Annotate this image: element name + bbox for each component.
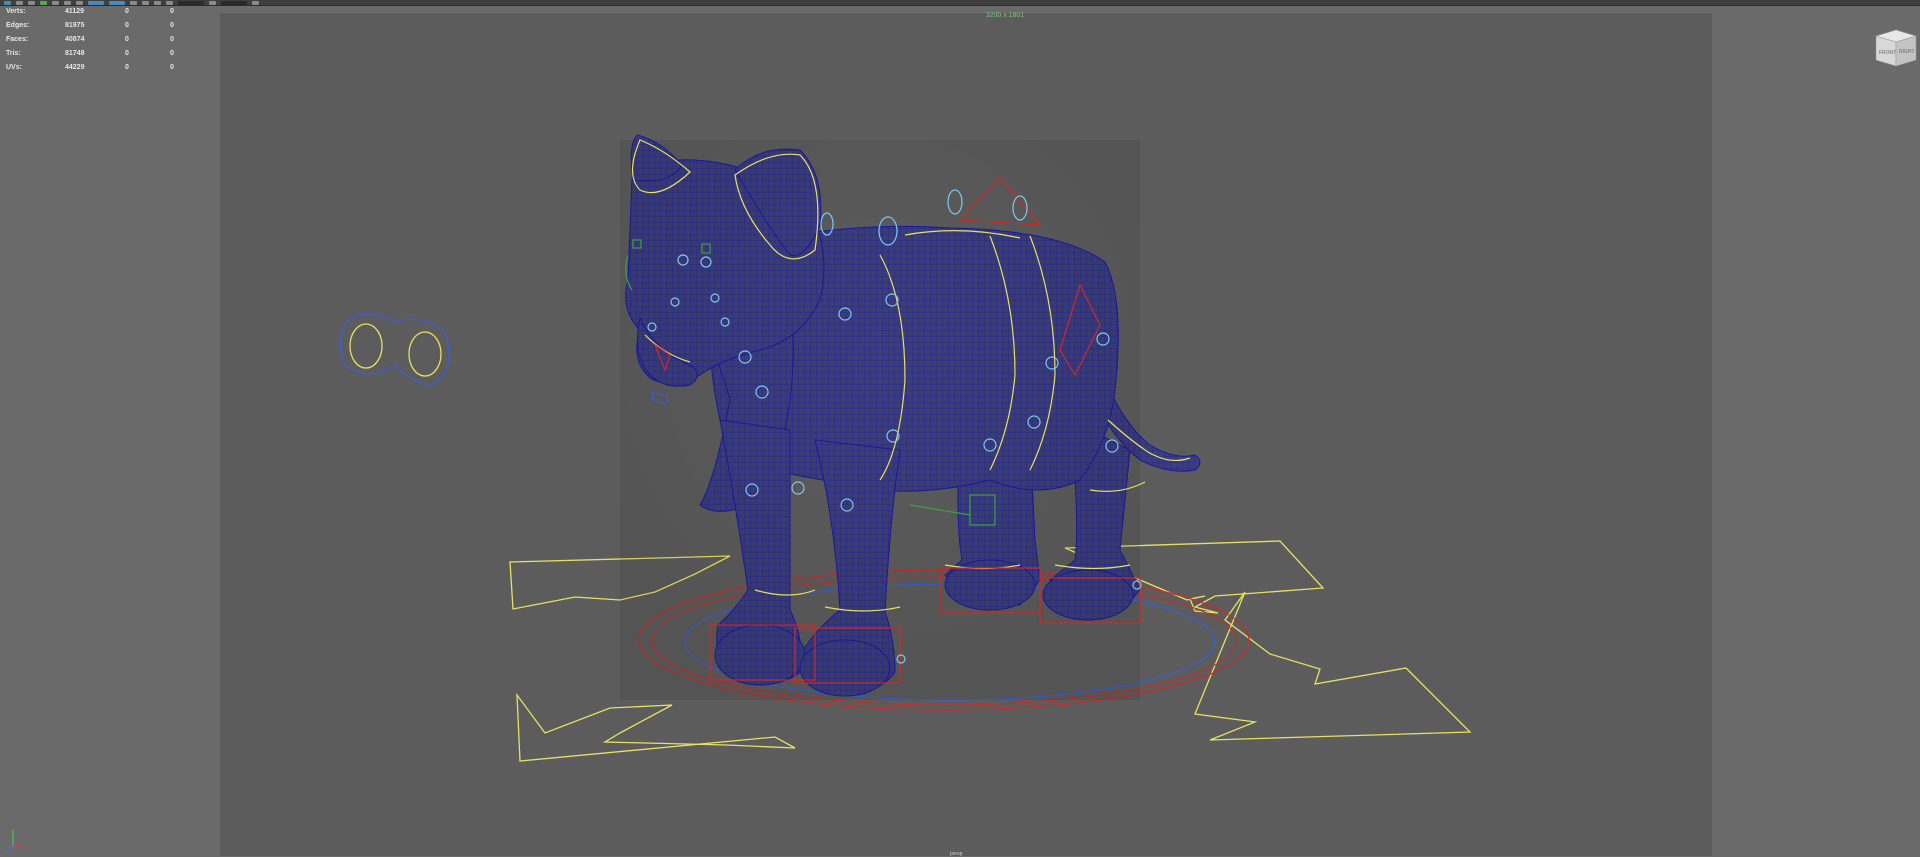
hud-components: 0 xyxy=(170,22,174,29)
view-cube[interactable]: FRONT RIGHT xyxy=(1874,26,1918,68)
resolution-gate-label: 3200 x 1801 xyxy=(985,12,1025,19)
view-cube-front[interactable]: FRONT xyxy=(1879,50,1896,56)
hud-selected: 0 xyxy=(125,64,129,71)
hud-value: 40874 xyxy=(65,36,85,43)
hud-label: UVs: xyxy=(6,64,22,71)
wireframe-icon[interactable] xyxy=(88,0,104,5)
hud-row-edges: Edges: 81975 0 0 xyxy=(6,19,190,33)
hud-label: Faces: xyxy=(6,36,29,43)
resolution-gate-icon[interactable] xyxy=(252,0,259,5)
textured-icon[interactable] xyxy=(130,0,137,5)
lasso-tool-icon[interactable] xyxy=(16,0,23,5)
hud-components: 0 xyxy=(170,50,174,57)
view-cube-right[interactable]: RIGHT xyxy=(1899,49,1915,55)
hud-selected: 0 xyxy=(125,8,129,15)
hud-selected: 0 xyxy=(125,36,129,43)
select-tool-icon[interactable] xyxy=(4,0,11,5)
poly-count-hud: Verts: 41129 0 0 Edges: 81975 0 0 Faces:… xyxy=(6,5,190,75)
camera-icon[interactable] xyxy=(64,0,71,5)
hud-components: 0 xyxy=(170,36,174,43)
hud-value: 81975 xyxy=(65,22,85,29)
hud-value: 81748 xyxy=(65,50,85,57)
exposure-field[interactable] xyxy=(221,0,247,5)
hud-value: 41129 xyxy=(65,8,85,15)
hud-label: Verts: xyxy=(6,8,26,15)
hud-row-tris: Tris: 81748 0 0 xyxy=(6,47,190,61)
gamma-field[interactable] xyxy=(178,0,204,5)
isolate-icon[interactable] xyxy=(209,0,216,5)
move-tool-icon[interactable] xyxy=(28,0,35,5)
camera-name-label: persp xyxy=(950,851,963,857)
shaded-icon[interactable] xyxy=(109,0,125,5)
tiger-cub-mesh[interactable] xyxy=(620,134,1201,700)
hud-label: Edges: xyxy=(6,22,30,29)
lights-icon[interactable] xyxy=(142,0,149,5)
hud-row-faces: Faces: 40874 0 0 xyxy=(6,33,190,47)
hud-value: 44229 xyxy=(65,64,85,71)
eye-look-control[interactable] xyxy=(339,313,450,387)
hud-components: 0 xyxy=(170,8,174,15)
rotate-tool-icon[interactable] xyxy=(40,0,47,5)
xray-icon[interactable] xyxy=(166,0,173,5)
hud-row-verts: Verts: 41129 0 0 xyxy=(6,5,190,19)
axis-gizmo-icon xyxy=(5,830,27,853)
hud-label: Tris: xyxy=(6,50,21,57)
grid-icon[interactable] xyxy=(76,0,83,5)
hud-selected: 0 xyxy=(125,22,129,29)
shadows-icon[interactable] xyxy=(154,0,161,5)
hud-selected: 0 xyxy=(125,50,129,57)
toolbar xyxy=(0,0,1920,6)
scale-tool-icon[interactable] xyxy=(52,0,59,5)
hud-row-uvs: UVs: 44229 0 0 xyxy=(6,61,190,75)
viewport-canvas[interactable] xyxy=(0,0,1920,856)
hud-components: 0 xyxy=(170,64,174,71)
